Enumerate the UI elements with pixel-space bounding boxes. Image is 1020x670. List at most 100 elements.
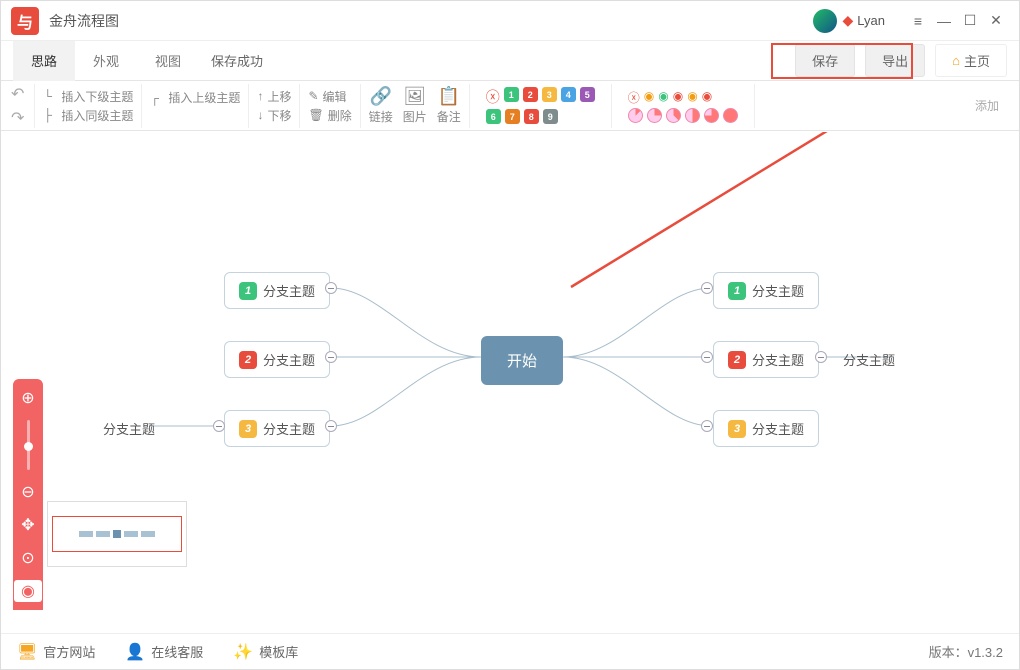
delete-label: 删除 (328, 107, 352, 124)
dot-circle-icon[interactable]: ◉ (644, 89, 654, 106)
node-left-1[interactable]: 1分支主题 (224, 272, 330, 309)
node-right-3[interactable]: 3 分支主题 (713, 410, 819, 447)
node-label: 分支主题 (752, 350, 804, 369)
fit-button[interactable]: ⊙ (17, 547, 39, 569)
port[interactable] (701, 351, 713, 363)
zoom-sidebar: ⊕ ⊖ ✥ ⊙ ◉ (13, 379, 43, 610)
maximize-button[interactable]: ☐ (957, 8, 983, 34)
heart-icon[interactable]: ◉ (702, 89, 712, 106)
save-button[interactable]: 保存 (795, 44, 855, 77)
badge-1: 1 (239, 282, 257, 300)
templates-link[interactable]: ✨模板库 (233, 642, 298, 662)
node-center[interactable]: 开始 (481, 336, 563, 385)
image-button[interactable]: 🖼图片 (403, 86, 427, 125)
marker-3[interactable]: 3 (542, 87, 557, 102)
menu-button[interactable]: ≡ (905, 8, 931, 34)
down-icon: ↓ (257, 108, 263, 122)
pie-25[interactable] (647, 108, 662, 123)
pie-37[interactable] (666, 108, 681, 123)
port[interactable] (701, 420, 713, 432)
node-left-2[interactable]: 2分支主题 (224, 341, 330, 378)
move-down-button[interactable]: ↓ 下移 (257, 107, 291, 124)
insert-sibling-label: 插入同级主题 (61, 107, 133, 124)
node-right-2[interactable]: 2 分支主题 (713, 341, 819, 378)
undo-button[interactable]: ↶ (11, 84, 24, 104)
note-icon: 📋 (438, 86, 460, 107)
tab-appearance[interactable]: 外观 (75, 41, 137, 81)
marker-8[interactable]: 8 (524, 109, 539, 124)
tab-view[interactable]: 视图 (137, 41, 199, 81)
link-button[interactable]: 🔗链接 (369, 86, 393, 125)
check-circle-icon[interactable]: ◉ (658, 89, 668, 106)
node-left-3-child[interactable]: 分支主题 (97, 415, 161, 442)
port[interactable] (325, 420, 337, 432)
support-link[interactable]: 👤在线客服 (125, 642, 203, 662)
marker-4[interactable]: 4 (561, 87, 576, 102)
avatar[interactable] (813, 9, 837, 33)
minimap[interactable] (47, 501, 187, 567)
flag-icon[interactable]: ◉ (673, 89, 683, 106)
status-icons-top: ⓧ ◉ ◉ ◉ ◉ ◉ (620, 89, 746, 106)
titlebar: 与 金舟流程图 ◆ Lyan ≡ — ☐ ✕ (1, 1, 1019, 41)
pie-100[interactable] (723, 108, 738, 123)
delete-button[interactable]: 🗑删除 (308, 107, 351, 124)
save-status: 保存成功 (211, 51, 263, 70)
star-icon[interactable]: ◉ (687, 89, 697, 106)
move-up-button[interactable]: ↑上移 (257, 88, 291, 105)
edit-button[interactable]: ✎ 编辑 (308, 88, 351, 105)
edit-icon: ✎ (308, 89, 318, 103)
node-right-2-child[interactable]: 分支主题 (837, 346, 901, 373)
official-site-link[interactable]: 🖥官方网站 (17, 642, 95, 662)
port[interactable] (325, 282, 337, 294)
marker-row-bottom: 6789 (478, 109, 603, 124)
port[interactable] (325, 351, 337, 363)
zoom-in-button[interactable]: ⊕ (17, 387, 39, 409)
parent-icon: ┌ (150, 91, 164, 105)
tab-mind[interactable]: 思路 (13, 41, 75, 81)
link-icon: 🔗 (370, 86, 392, 107)
move-button[interactable]: ✥ (17, 514, 39, 536)
zoom-slider[interactable] (27, 420, 30, 470)
spark-icon: ✨ (233, 642, 253, 662)
marker-5[interactable]: 5 (580, 87, 595, 102)
note-button[interactable]: 📋备注 (437, 86, 461, 125)
x-circle-icon[interactable]: ⓧ (628, 89, 640, 106)
insert-parent-button[interactable]: ┌插入上级主题 (150, 89, 240, 106)
export-button[interactable]: 导出 (865, 44, 925, 77)
pie-75[interactable] (704, 108, 719, 123)
node-left-3[interactable]: 3分支主题 (224, 410, 330, 447)
redo-button[interactable]: ↷ (11, 108, 24, 128)
username[interactable]: Lyan (857, 13, 885, 28)
up-icon: ↑ (257, 89, 263, 103)
close-button[interactable]: ✕ (983, 8, 1009, 34)
sibling-icon: ├ (43, 108, 57, 122)
marker-row-top: ⓧ 12345 (478, 87, 603, 107)
marker-1[interactable]: 1 (504, 87, 519, 102)
insert-sibling-button[interactable]: ├ 插入同级主题 (43, 107, 133, 124)
node-label: 分支主题 (263, 419, 315, 438)
port[interactable] (213, 420, 225, 432)
badge-2: 2 (728, 351, 746, 369)
support-label: 在线客服 (151, 642, 203, 661)
node-right-1[interactable]: 1分支主题 (713, 272, 819, 309)
home-button[interactable]: ⌂ 主页 (935, 44, 1007, 77)
overview-button[interactable]: ◉ (14, 580, 42, 602)
marker-x[interactable]: ⓧ (486, 87, 500, 107)
move-down-label: 下移 (267, 107, 291, 124)
node-label: 分支主题 (752, 419, 804, 438)
minimize-button[interactable]: — (931, 8, 957, 34)
zoom-out-button[interactable]: ⊖ (17, 481, 39, 503)
port[interactable] (815, 351, 827, 363)
badge-3: 3 (728, 420, 746, 438)
insert-child-button[interactable]: └插入下级主题 (43, 88, 133, 105)
port[interactable] (701, 282, 713, 294)
marker-6[interactable]: 6 (486, 109, 501, 124)
marker-9[interactable]: 9 (543, 109, 558, 124)
marker-7[interactable]: 7 (505, 109, 520, 124)
pie-12[interactable] (628, 108, 643, 123)
progress-pies (620, 108, 746, 123)
marker-2[interactable]: 2 (523, 87, 538, 102)
pie-50[interactable] (685, 108, 700, 123)
edit-label: 编辑 (323, 88, 347, 105)
addon-label[interactable]: 添加 (965, 97, 1009, 114)
